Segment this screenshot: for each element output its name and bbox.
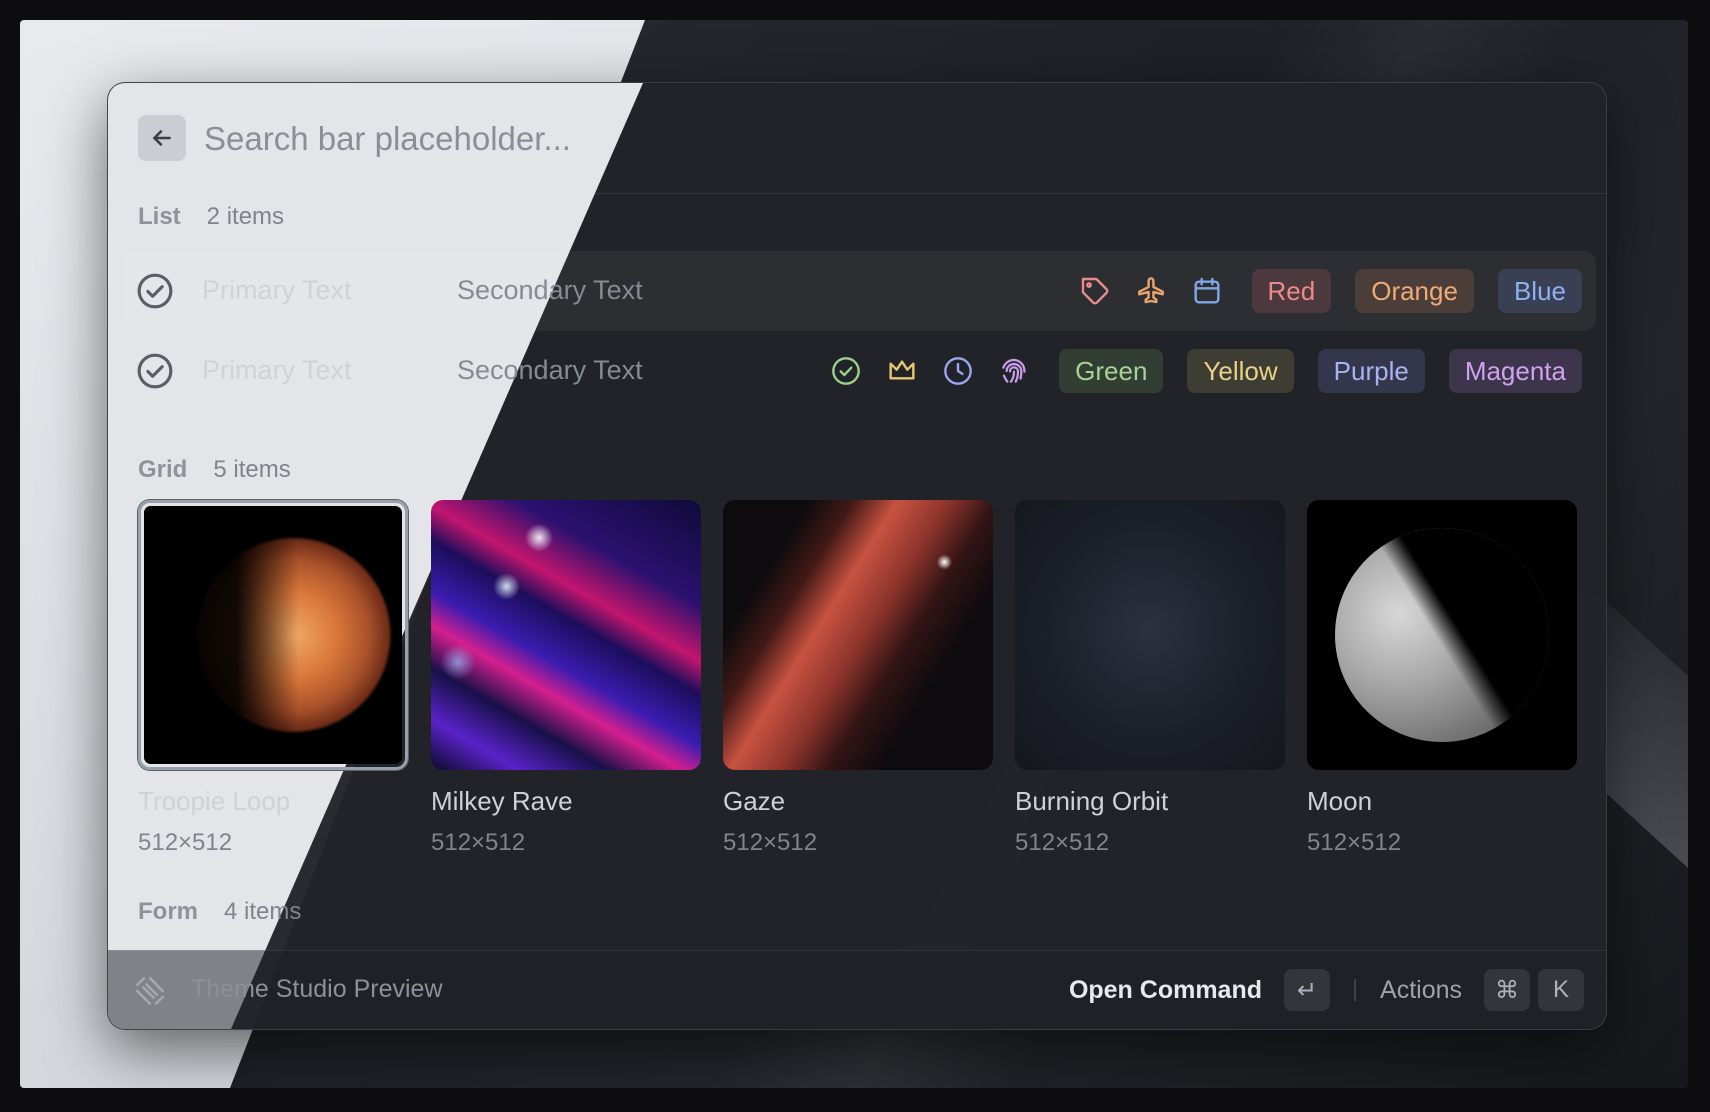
crown-icon — [885, 354, 919, 388]
arrow-left-icon — [153, 130, 171, 146]
form-section-count: 4 items — [224, 898, 302, 925]
grid-item[interactable]: Milkey Rave 512×512 — [431, 500, 701, 857]
command-window: List 2 items Primary Text Secondary Text … — [107, 82, 1607, 1030]
tag-green: Green — [1059, 349, 1164, 393]
grid-item-subtitle: 512×512 — [1015, 829, 1110, 856]
list-item-accessories: Red Orange Blue — [1078, 251, 1582, 331]
open-command-button[interactable]: Open Command — [1069, 976, 1262, 1005]
grid-item-title: Milkey Rave — [431, 786, 573, 816]
grid-section-title: Grid — [138, 456, 188, 483]
tag-magenta: Magenta — [1448, 349, 1582, 393]
grid-item-subtitle: 512×512 — [138, 829, 233, 856]
form-section-header: Form 4 items — [138, 898, 301, 926]
grid-item-subtitle: 512×512 — [1307, 829, 1402, 856]
grid-item-image — [138, 500, 408, 770]
calendar-icon — [1190, 274, 1224, 308]
grid-item-title: Troopie Loop — [138, 786, 291, 816]
check-circle-icon — [137, 353, 173, 389]
enter-key: ↵ — [1284, 969, 1331, 1011]
grid-item-title: Burning Orbit — [1015, 786, 1169, 816]
grid-item-image — [723, 500, 993, 770]
grid-item-subtitle: 512×512 — [431, 829, 526, 856]
theme-studio-logo-icon — [136, 977, 164, 1005]
grid-item-title: Moon — [1307, 786, 1373, 816]
cmd-key: ⌘ — [1484, 969, 1530, 1011]
grid-item-title: Gaze — [723, 786, 786, 816]
tag-icon — [1078, 274, 1112, 308]
list-item-primary: Primary Text — [202, 355, 352, 385]
footer-actions: Open Command ↵ Actions ⌘ K — [1069, 968, 1584, 1012]
grid-item-image — [431, 500, 701, 770]
tag-orange: Orange — [1355, 269, 1474, 313]
check-circle-icon — [137, 273, 173, 309]
grid-item[interactable]: Gaze 512×512 — [723, 500, 993, 857]
tag-blue: Blue — [1497, 269, 1582, 313]
list-item-accessories: Green Yellow Purple Magenta — [829, 331, 1582, 411]
list-item[interactable]: Primary Text Secondary Text Green Yellow… — [122, 331, 1596, 411]
k-key: K — [1538, 969, 1584, 1011]
list-item-secondary: Secondary Text — [457, 355, 643, 385]
search-bar — [108, 83, 1606, 194]
grid-item-image — [1015, 500, 1285, 770]
form-section-title: Form — [138, 898, 198, 925]
grid-item-image — [1307, 500, 1577, 770]
grid-item[interactable]: Burning Orbit 512×512 — [1015, 500, 1285, 857]
tag-purple: Purple — [1317, 349, 1425, 393]
tag-yellow: Yellow — [1187, 349, 1294, 393]
grid-item[interactable]: Troopie Loop 512×512 — [138, 500, 408, 857]
list-item-primary: Primary Text — [202, 275, 352, 305]
footer-title: Theme Studio Preview — [191, 975, 443, 1003]
back-button[interactable] — [138, 115, 186, 161]
airplane-icon — [1134, 274, 1168, 308]
list-section-header: List 2 items — [138, 203, 284, 231]
list-item[interactable]: Primary Text Secondary Text Red Orange B… — [122, 251, 1596, 331]
grid-section-count: 5 items — [213, 456, 291, 483]
tag-red: Red — [1251, 269, 1332, 313]
grid-section-header: Grid 5 items — [138, 456, 291, 484]
grid-item-subtitle: 512×512 — [723, 829, 818, 856]
clock-icon — [941, 354, 975, 388]
check-circle-icon — [829, 354, 863, 388]
footer-divider — [1354, 979, 1357, 1001]
search-input[interactable] — [202, 111, 1506, 167]
grid-item[interactable]: Moon 512×512 — [1307, 500, 1577, 857]
list-section-count: 2 items — [206, 203, 285, 230]
fingerprint-icon — [997, 354, 1031, 388]
action-bar: Theme Studio Preview Open Command ↵ Acti… — [108, 950, 1606, 1029]
list-section-title: List — [138, 203, 181, 230]
actions-button[interactable]: Actions — [1380, 976, 1462, 1005]
list-item-secondary: Secondary Text — [457, 275, 643, 305]
